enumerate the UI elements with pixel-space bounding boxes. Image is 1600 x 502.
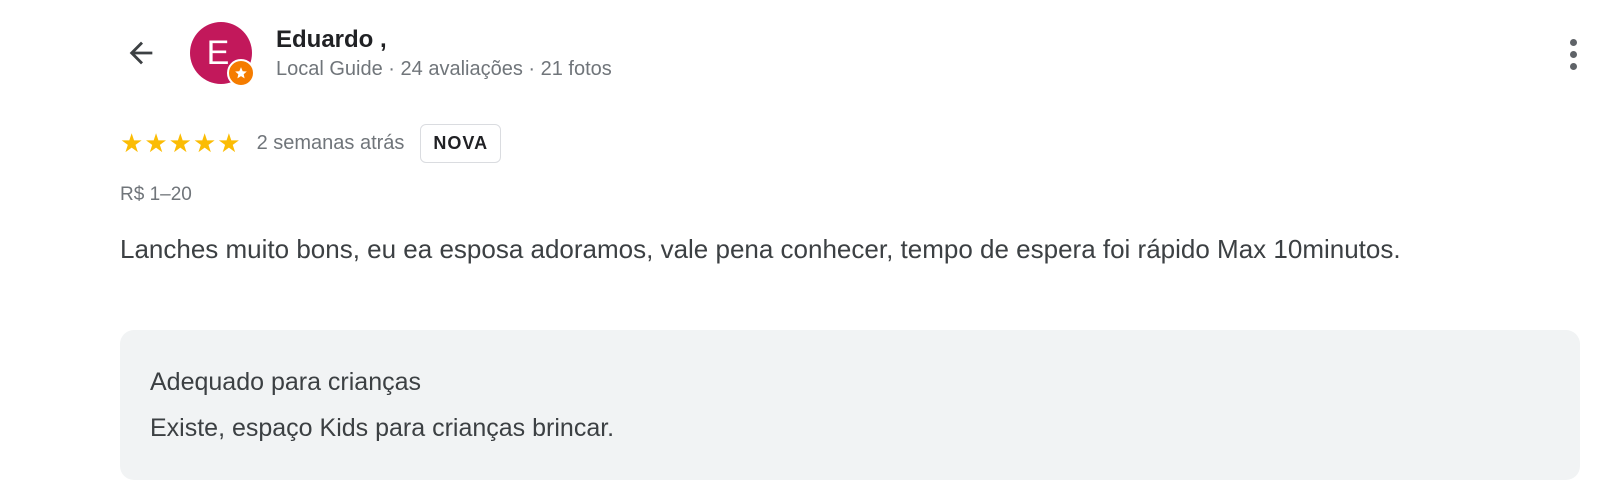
- local-guide-label: Local Guide: [276, 58, 383, 80]
- attribute-value: Existe, espaço Kids para crianças brinca…: [150, 414, 615, 442]
- review-time: 2 semanas atrás: [256, 131, 405, 154]
- attribute-card: Adequado para crianças Existe, espaço Ki…: [120, 330, 1580, 480]
- local-guide-star-badge-icon: [227, 59, 255, 87]
- star-rating: ★ ★ ★ ★ ★: [120, 130, 241, 156]
- attribute-title: Adequado para crianças: [150, 368, 422, 396]
- review-text: Lanches muito bons, eu ea esposa adoramo…: [120, 234, 1401, 264]
- avatar-letter: E: [206, 33, 230, 72]
- reviewer-meta: Local Guide · 24 avaliações · 21 fotos: [276, 58, 612, 81]
- star-icon: ★: [217, 128, 241, 158]
- star-icon: ★: [192, 128, 217, 158]
- more-options-button[interactable]: [1560, 34, 1586, 74]
- arrow-left-icon: [129, 41, 153, 65]
- star-icon: ★: [168, 128, 192, 158]
- new-badge: NOVA: [420, 123, 502, 163]
- rating-row: ★ ★ ★ ★ ★ 2 semanas atrás NOVA: [120, 123, 502, 163]
- review-detail: E Eduardo , Local Guide · 24 avaliações …: [0, 0, 1600, 502]
- meta-separator: ·: [382, 58, 401, 80]
- star-icon: [235, 67, 247, 79]
- star-icon: ★: [144, 128, 168, 158]
- price-range: R$ 1–20: [120, 184, 192, 205]
- meta-separator: ·: [522, 58, 541, 80]
- more-vert-icon-dot: [1569, 62, 1577, 70]
- star-icon: ★: [120, 128, 144, 158]
- reviewer-name[interactable]: Eduardo ,: [276, 26, 387, 54]
- more-vert-icon-dot: [1569, 38, 1577, 46]
- photo-count: 21 fotos: [540, 58, 612, 80]
- more-vert-icon-dot: [1569, 50, 1577, 58]
- back-button[interactable]: [118, 30, 164, 76]
- review-count: 24 avaliações: [400, 58, 523, 80]
